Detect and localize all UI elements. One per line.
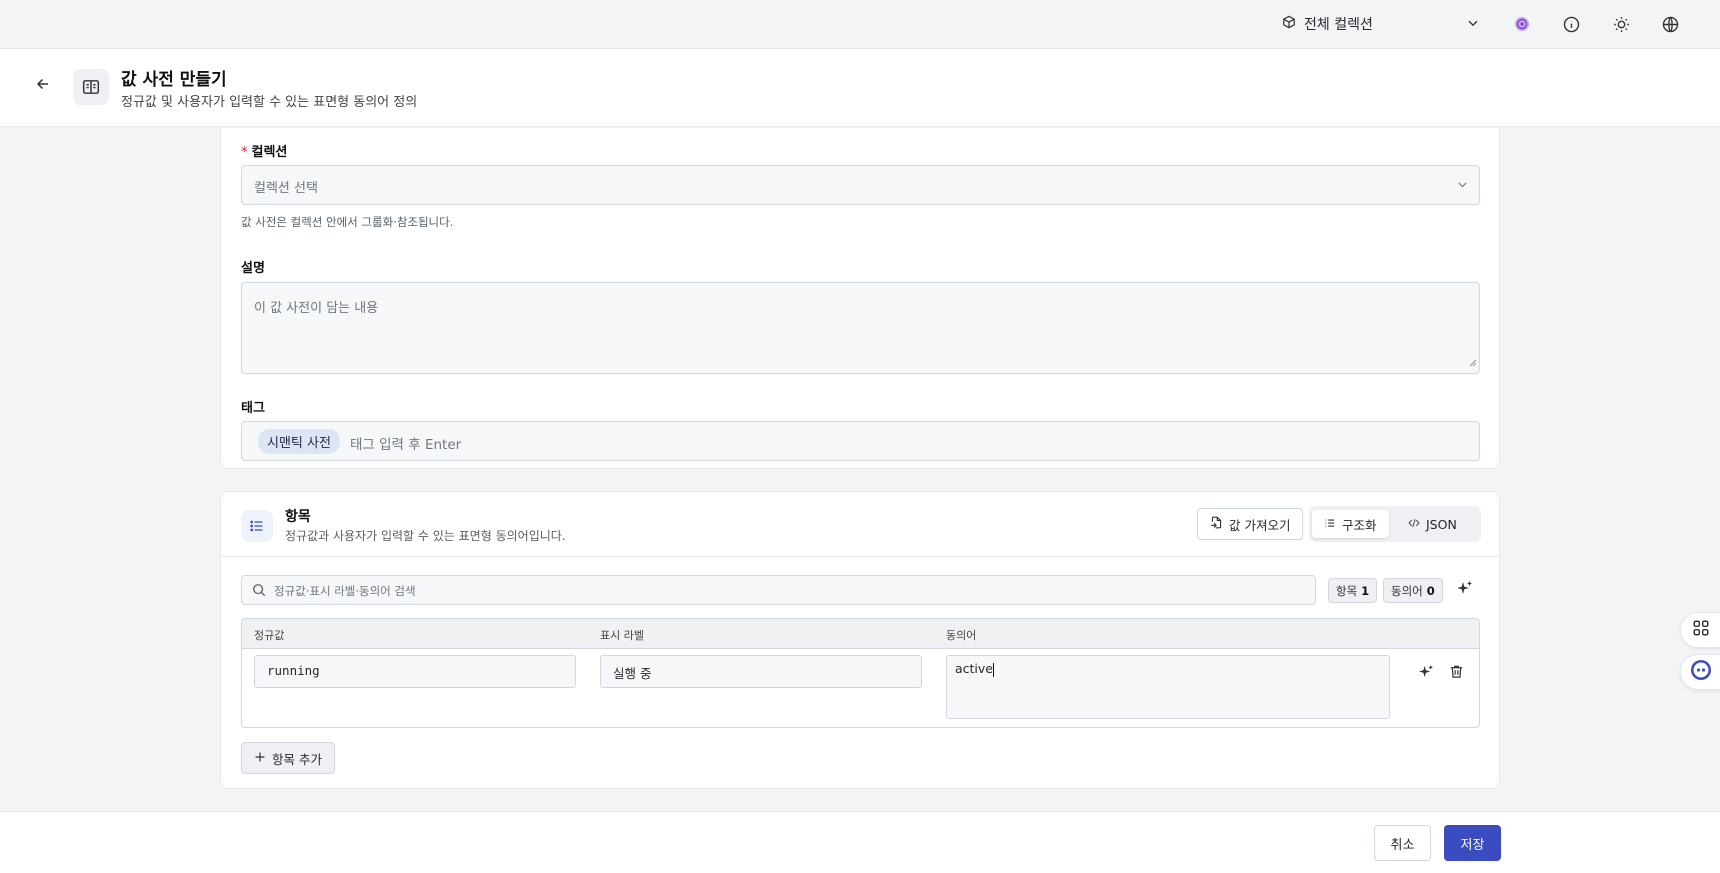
items-table-header: 정규값 표시 라벨 동의어 — [242, 619, 1479, 649]
required-marker: * — [241, 145, 248, 160]
synonyms-count-label: 동의어 — [1391, 583, 1423, 598]
description-textarea[interactable]: 이 값 사전이 담는 내용 — [241, 282, 1480, 374]
items-count-label: 항목 — [1336, 583, 1358, 598]
back-button[interactable] — [30, 73, 56, 99]
row-delete-button[interactable] — [1446, 663, 1466, 683]
column-header-canonical: 정규값 — [254, 629, 285, 642]
view-structured-label: 구조화 — [1342, 517, 1377, 533]
assistant-icon[interactable] — [1510, 12, 1534, 36]
collection-label: * 컬렉션 — [241, 145, 288, 160]
page-subtitle: 정규값 및 사용자가 입력할 수 있는 표면형 동의어 정의 — [121, 95, 418, 110]
cube-icon — [1282, 15, 1296, 33]
chevron-down-icon — [1456, 178, 1469, 195]
basic-info-card: * 컬렉션 컬렉션 선택 값 사전은 컬렉션 안에서 그룹화·참조됩니다. 설명 … — [220, 128, 1500, 469]
collection-hint: 값 사전은 컬렉션 안에서 그룹화·참조됩니다. — [241, 215, 454, 229]
collection-switcher-label: 전체 컬렉션 — [1304, 17, 1373, 33]
top-bar: 전체 컬렉션 — [0, 0, 1720, 48]
items-search-input[interactable]: 정규값·표시 라벨·동의어 검색 — [241, 575, 1316, 605]
add-item-label: 항목 추가 — [272, 751, 322, 767]
code-icon — [1408, 517, 1420, 532]
list-icon — [1324, 517, 1336, 532]
sparkle-icon — [1457, 581, 1473, 600]
tags-input[interactable]: 시맨틱 사전 태그 입력 후 Enter — [241, 421, 1480, 461]
row-ai-suggest-button[interactable] — [1416, 663, 1436, 683]
import-values-button[interactable]: 값 가져오기 — [1197, 508, 1304, 540]
footer-bar: 취소 저장 — [0, 811, 1720, 873]
page-title: 값 사전 만들기 — [121, 70, 227, 90]
description-placeholder: 이 값 사전이 담는 내용 — [254, 301, 379, 316]
synonyms-textarea[interactable]: active — [946, 655, 1390, 719]
ai-suggest-button[interactable] — [1457, 580, 1477, 600]
column-header-label: 표시 라벨 — [600, 629, 644, 642]
view-json-label: JSON — [1426, 516, 1457, 532]
view-structured-tab[interactable]: 구조화 — [1312, 510, 1389, 538]
search-icon — [252, 583, 266, 601]
column-header-synonyms: 동의어 — [946, 629, 977, 642]
items-count-badge: 항목 1 — [1328, 578, 1378, 603]
resize-handle-icon[interactable] — [1469, 356, 1477, 371]
cancel-button[interactable]: 취소 — [1374, 825, 1431, 861]
globe-icon[interactable] — [1658, 12, 1682, 36]
tags-input-placeholder: 태그 입력 후 Enter — [350, 437, 462, 453]
section-divider — [221, 556, 1499, 557]
bot-icon — [1690, 659, 1712, 685]
view-toggle: 구조화 JSON — [1309, 506, 1481, 542]
display-label-input[interactable]: 실행 중 — [600, 655, 922, 688]
collection-switcher[interactable]: 전체 컬렉션 — [1282, 12, 1480, 36]
synonyms-count-value: 0 — [1426, 583, 1435, 598]
chevron-down-icon — [1466, 16, 1480, 34]
import-icon — [1210, 516, 1223, 532]
apps-launcher-button[interactable] — [1680, 612, 1720, 648]
items-search-placeholder: 정규값·표시 라벨·동의어 검색 — [274, 584, 416, 598]
synonyms-count-badge: 동의어 0 — [1383, 578, 1443, 603]
tag-chip[interactable]: 시맨틱 사전 — [258, 429, 340, 454]
info-icon[interactable] — [1559, 12, 1583, 36]
view-json-tab[interactable]: JSON — [1396, 510, 1469, 538]
items-subtitle: 정규값과 사용자가 입력할 수 있는 표면형 동의어입니다. — [285, 529, 566, 543]
book-open-icon — [73, 69, 109, 105]
add-item-button[interactable]: 항목 추가 — [241, 742, 335, 774]
canonical-value-input[interactable]: running — [254, 655, 576, 688]
sun-icon[interactable] — [1609, 12, 1633, 36]
sparkle-icon — [1418, 664, 1434, 683]
synonyms-value: active — [955, 661, 993, 676]
trash-icon — [1449, 664, 1464, 683]
page-header: 값 사전 만들기 정규값 및 사용자가 입력할 수 있는 표면형 동의어 정의 — [0, 48, 1720, 127]
import-values-label: 값 가져오기 — [1229, 517, 1291, 533]
items-count-value: 1 — [1361, 583, 1370, 598]
apps-icon — [1692, 619, 1710, 641]
arrow-left-icon — [35, 76, 51, 96]
items-table: 정규값 표시 라벨 동의어 running 실행 중 active — [241, 618, 1480, 728]
items-card: 항목 정규값과 사용자가 입력할 수 있는 표면형 동의어입니다. 값 가져오기… — [220, 491, 1500, 789]
save-button[interactable]: 저장 — [1444, 825, 1501, 861]
main-content[interactable]: * 컬렉션 컬렉션 선택 값 사전은 컬렉션 안에서 그룹화·참조됩니다. 설명 … — [0, 128, 1720, 811]
items-title: 항목 — [285, 509, 311, 525]
text-cursor — [993, 662, 994, 677]
collection-select-placeholder: 컬렉션 선택 — [254, 181, 318, 196]
description-label: 설명 — [241, 261, 265, 276]
plus-icon — [254, 751, 266, 766]
list-icon — [241, 510, 273, 542]
chatbot-button[interactable] — [1680, 654, 1720, 690]
tags-label: 태그 — [241, 401, 265, 416]
collection-select[interactable]: 컬렉션 선택 — [241, 165, 1480, 205]
